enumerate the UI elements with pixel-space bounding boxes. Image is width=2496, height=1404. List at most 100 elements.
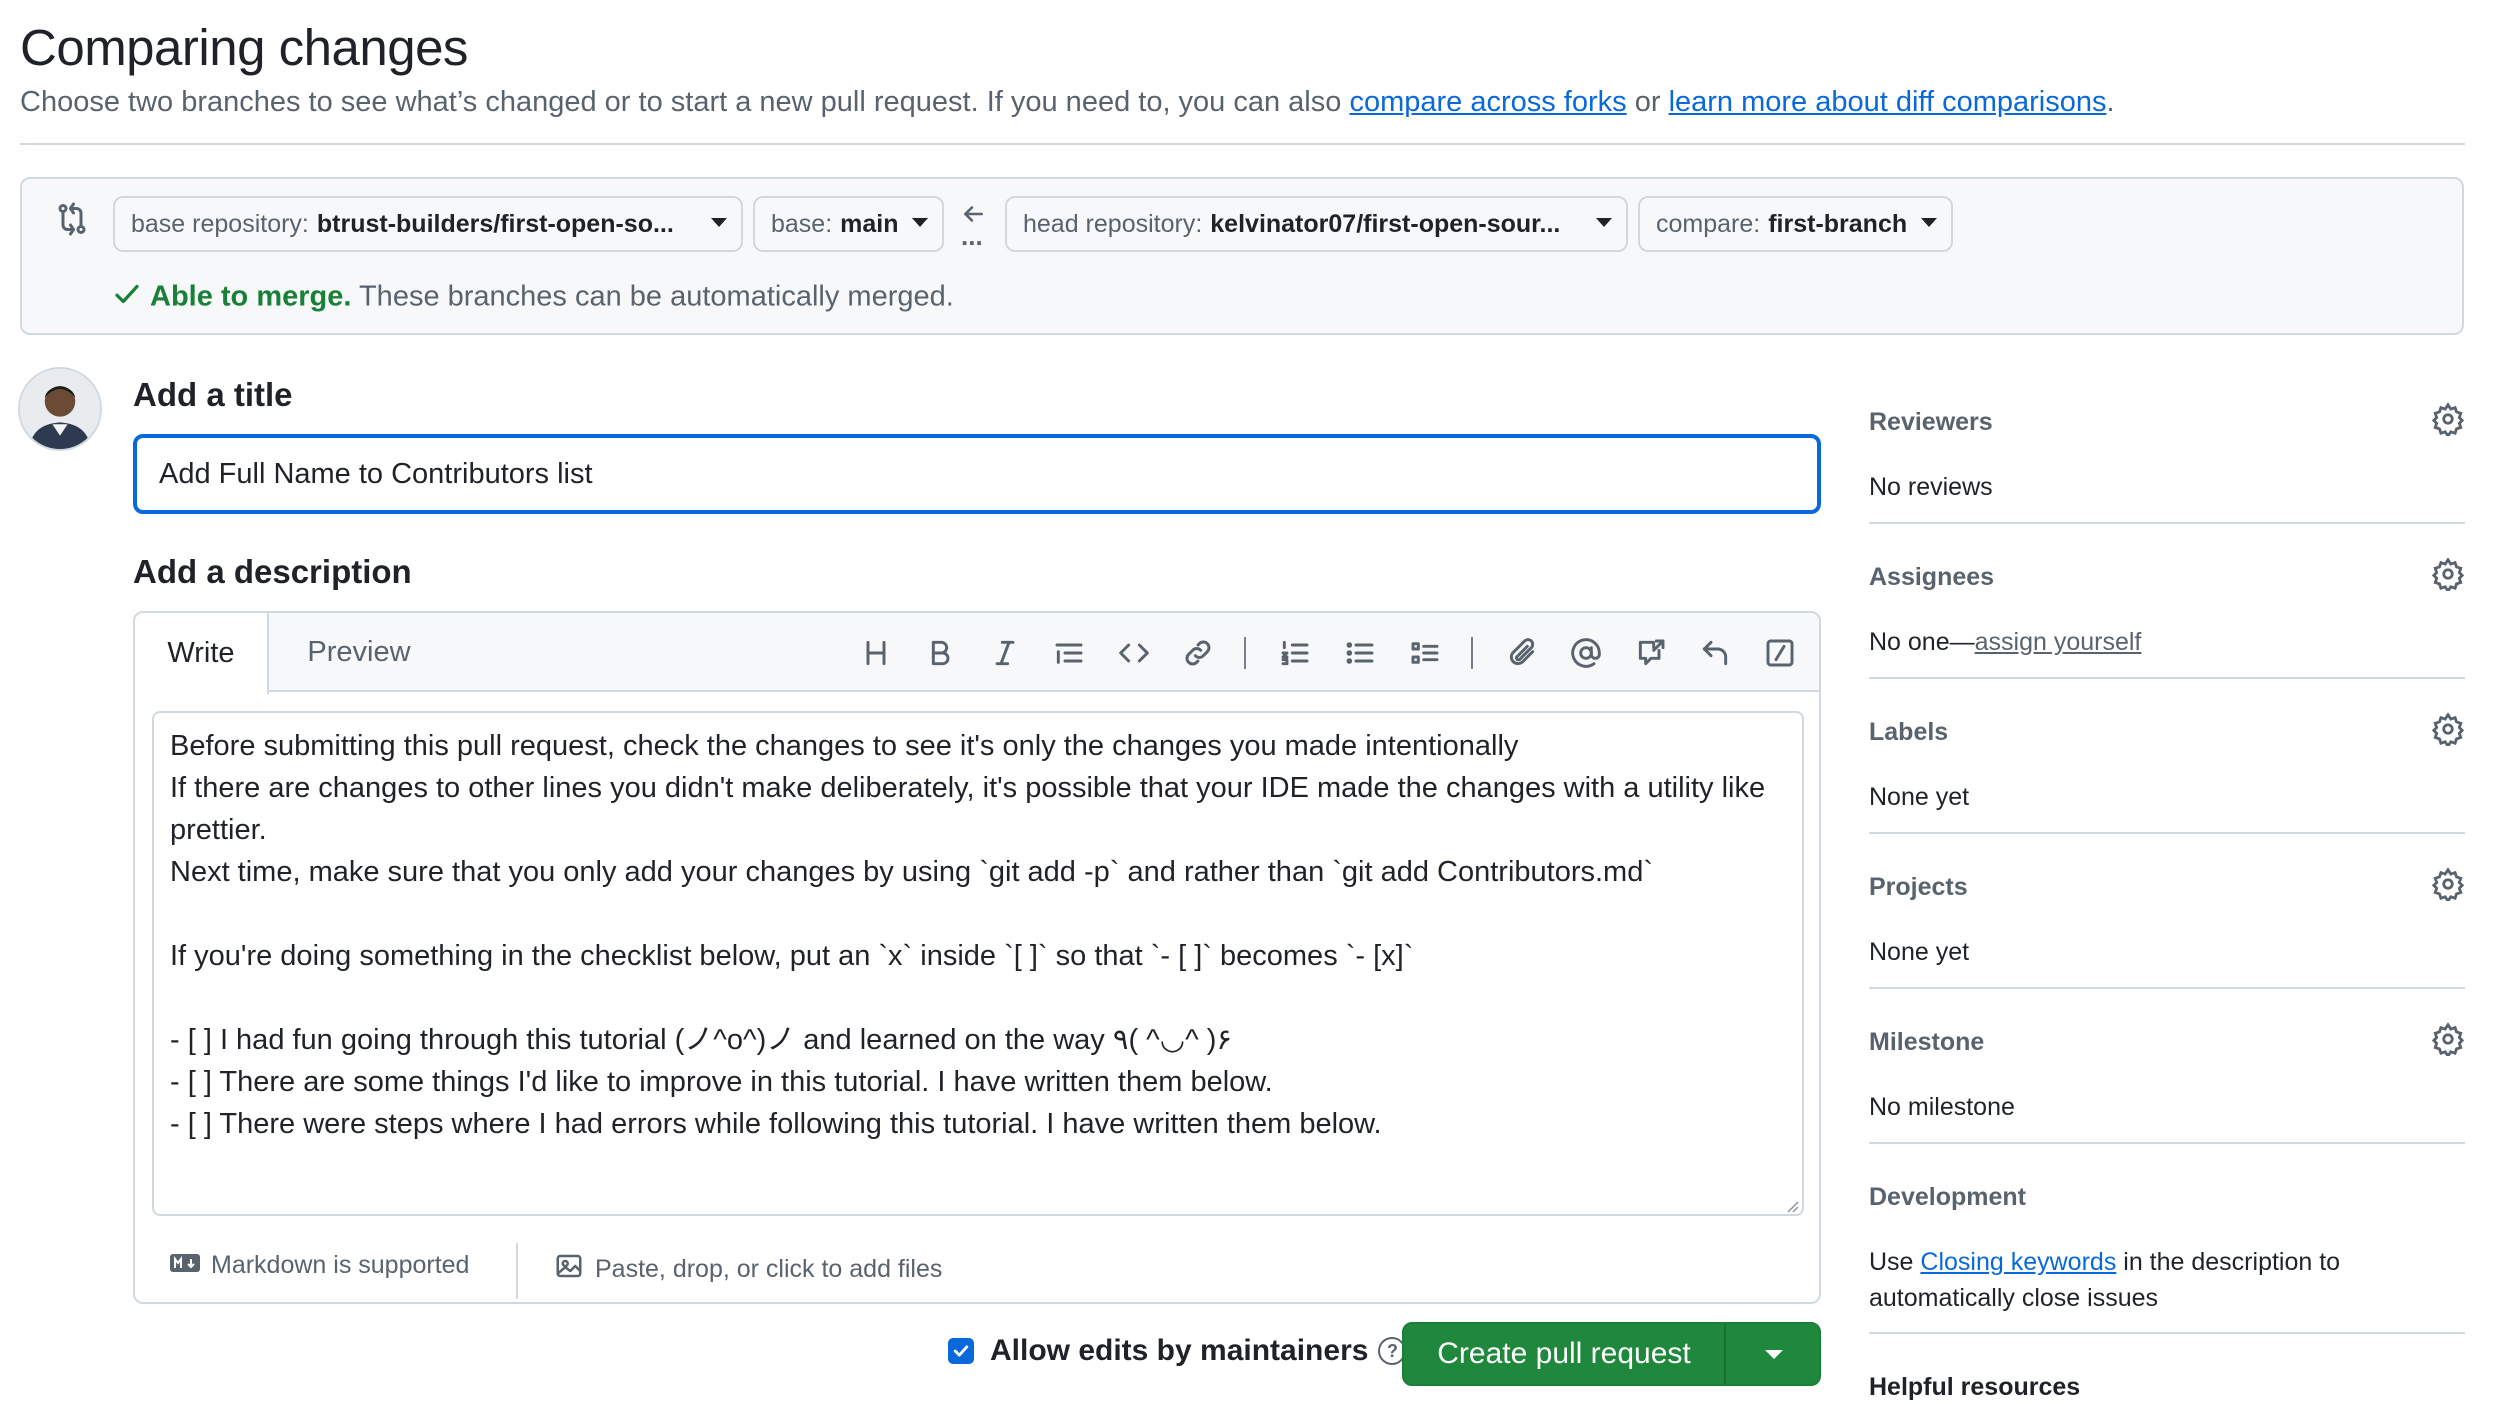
mention-icon[interactable] <box>1567 635 1605 671</box>
labels-title[interactable]: Labels <box>1869 718 2465 747</box>
create-options-dropdown[interactable] <box>1726 1324 1821 1384</box>
toolbar-divider <box>1244 637 1246 669</box>
chevron-down-icon <box>1921 218 1937 227</box>
base-branch-select[interactable]: base: main <box>753 196 944 252</box>
head-repository-select[interactable]: head repository: kelvinator07/first-open-… <box>1005 196 1628 252</box>
allow-edits-checkbox[interactable] <box>948 1338 974 1364</box>
gear-icon[interactable] <box>2431 402 2465 439</box>
gear-icon[interactable] <box>2431 557 2465 594</box>
toolbar-divider <box>1471 637 1473 669</box>
base-repository-select[interactable]: base repository: btrust-builders/first-op… <box>113 196 743 252</box>
assign-yourself-link[interactable]: assign yourself <box>1975 628 2142 656</box>
development-pre: Use <box>1869 1248 1921 1276</box>
unordered-list-icon[interactable] <box>1341 635 1379 671</box>
chevron-down-icon <box>1764 1349 1783 1359</box>
subtitle-end: . <box>2106 86 2115 118</box>
compare-value: first-branch <box>1768 209 1908 238</box>
footer-divider <box>516 1243 518 1299</box>
create-pull-request-group: Create pull request <box>1402 1322 1821 1386</box>
subtitle-text: Choose two branches to see what’s change… <box>20 86 1350 118</box>
reviewers-value: No reviews <box>1869 473 1993 501</box>
compare-label: compare: <box>1656 209 1761 238</box>
editor-footer: Markdown is supported Paste, drop, or cl… <box>135 1233 1819 1303</box>
link-icon[interactable] <box>1179 635 1217 671</box>
create-pull-request-button[interactable]: Create pull request <box>1404 1324 1724 1384</box>
check-icon <box>112 279 142 317</box>
page-subtitle: Choose two branches to see what’s change… <box>20 86 2115 119</box>
attach-files[interactable]: Paste, drop, or click to add files <box>553 1251 942 1288</box>
add-title-label: Add a title <box>133 376 293 413</box>
code-icon[interactable] <box>1115 635 1153 671</box>
resize-grip-icon[interactable] <box>1785 1199 1799 1213</box>
slash-commands-icon[interactable] <box>1761 635 1799 671</box>
cross-reference-icon[interactable] <box>1632 635 1670 671</box>
saved-reply-icon[interactable] <box>1696 635 1734 671</box>
projects-value: None yet <box>1869 938 1970 966</box>
sidebar-divider <box>1869 832 2465 834</box>
sidebar-divider <box>1869 1332 2465 1334</box>
sidebar-divider <box>1869 987 2465 989</box>
learn-diff-link[interactable]: learn more about diff comparisons <box>1669 86 2107 118</box>
base-label: base: <box>771 209 833 238</box>
assignees-none: No one— <box>1869 628 1975 656</box>
sidebar-divider <box>1869 522 2465 524</box>
head-repo-value: kelvinator07/first-open-sour... <box>1210 209 1561 238</box>
merge-status-text: These branches can be automatically merg… <box>351 280 954 313</box>
allow-edits-row: Allow edits by maintainers ? <box>948 1334 1407 1368</box>
compare-forks-link[interactable]: compare across forks <box>1349 86 1626 118</box>
avatar[interactable] <box>18 367 102 451</box>
tab-write[interactable]: Write <box>135 613 269 694</box>
task-list-icon[interactable] <box>1406 635 1444 671</box>
git-compare-icon <box>54 201 90 237</box>
development-value: Use Closing keywords in the description … <box>1869 1244 2409 1316</box>
reviewers-title[interactable]: Reviewers <box>1869 408 2465 437</box>
helpful-resources-section: Helpful resources <box>1869 1373 2465 1402</box>
milestone-section: Milestone No milestone <box>1869 1022 2465 1125</box>
markdown-note[interactable]: Markdown is supported <box>169 1251 469 1280</box>
markdown-icon <box>169 1251 201 1280</box>
attach-icon[interactable] <box>1503 635 1541 671</box>
header-divider <box>20 143 2465 145</box>
editor-toolbar: Write Preview <box>135 613 1819 694</box>
chevron-down-icon <box>1596 218 1612 227</box>
italic-icon[interactable] <box>986 635 1024 671</box>
title-input[interactable] <box>133 434 1821 514</box>
labels-section: Labels None yet <box>1869 712 2465 815</box>
compare-panel: base repository: btrust-builders/first-op… <box>20 177 2464 335</box>
assignees-section: Assignees No one—assign yourself <box>1869 557 2465 660</box>
gear-icon[interactable] <box>2431 867 2465 904</box>
projects-title[interactable]: Projects <box>1869 873 2465 902</box>
development-section: Development Use Closing keywords in the … <box>1869 1183 2465 1316</box>
allow-edits-label[interactable]: Allow edits by maintainers <box>990 1334 1368 1368</box>
chevron-down-icon <box>711 218 727 227</box>
heading-icon[interactable] <box>857 635 895 671</box>
ordered-list-icon[interactable] <box>1276 635 1314 671</box>
merge-status: Able to merge. These branches can be aut… <box>112 279 954 317</box>
milestone-title[interactable]: Milestone <box>1869 1028 2465 1057</box>
development-title: Development <box>1869 1183 2026 1211</box>
tab-preview[interactable]: Preview <box>269 613 449 692</box>
compare-branch-select[interactable]: compare: first-branch <box>1638 196 1953 252</box>
projects-section: Projects None yet <box>1869 867 2465 970</box>
base-repo-label: base repository: <box>131 209 309 238</box>
gear-icon[interactable] <box>2431 1022 2465 1059</box>
description-textarea[interactable]: Before submitting this pull request, che… <box>152 711 1804 1216</box>
base-value: main <box>840 209 899 238</box>
assignees-title[interactable]: Assignees <box>1869 563 2465 592</box>
gear-icon[interactable] <box>2431 712 2465 749</box>
closing-keywords-link[interactable]: Closing keywords <box>1920 1248 2116 1276</box>
sidebar-divider <box>1869 677 2465 679</box>
add-description-label: Add a description <box>133 553 412 590</box>
quote-icon[interactable] <box>1050 635 1088 671</box>
helpful-resources-title: Helpful resources <box>1869 1373 2081 1401</box>
bold-icon[interactable] <box>921 635 959 671</box>
labels-value: None yet <box>1869 783 1970 811</box>
image-icon <box>553 1251 585 1288</box>
reviewers-section: Reviewers No reviews <box>1869 402 2465 505</box>
compare-dots: ... <box>961 221 983 251</box>
merge-status-bold: Able to merge. <box>150 280 352 313</box>
attach-files-text: Paste, drop, or click to add files <box>595 1255 943 1283</box>
sidebar-divider <box>1869 1142 2465 1144</box>
page-title: Comparing changes <box>20 19 468 76</box>
milestone-value: No milestone <box>1869 1093 2015 1121</box>
